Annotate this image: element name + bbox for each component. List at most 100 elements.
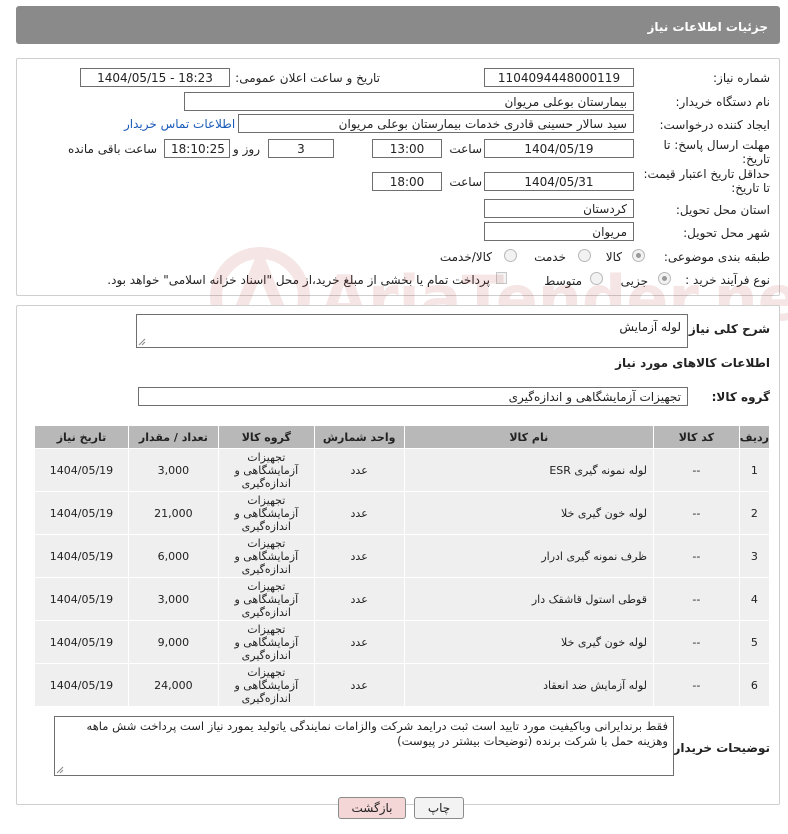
cell-code: -- — [652, 448, 740, 492]
category-radio-goods-service[interactable] — [504, 249, 517, 262]
requester-label: ایجاد کننده درخواست: — [659, 118, 770, 132]
cell-group: تجهیزات آزمایشگاهی و اندازه‌گیری — [217, 491, 315, 535]
deadline-label: مهلت ارسال پاسخ: تا تاریخ: — [663, 138, 770, 166]
payment-note: پرداخت تمام یا بخشی از مبلغ خرید،از محل … — [107, 273, 490, 287]
col-header-name: نام کالا — [403, 425, 654, 449]
process-radio-minor[interactable] — [658, 272, 671, 285]
cell-name: قوطی استول قاشقک دار — [403, 577, 654, 621]
need-number-field[interactable]: 1104094448000119 — [484, 68, 634, 87]
cell-unit: عدد — [313, 577, 405, 621]
cell-qty: 24,000 — [127, 663, 219, 707]
cell-row-no: 5 — [738, 620, 771, 664]
cell-group: تجهیزات آزمایشگاهی و اندازه‌گیری — [217, 663, 315, 707]
cell-qty: 3,000 — [127, 577, 219, 621]
cell-unit: عدد — [313, 491, 405, 535]
cell-row-no: 2 — [738, 491, 771, 535]
city-label: شهر محل تحویل: — [683, 226, 770, 240]
table-row[interactable]: 4 -- قوطی استول قاشقک دار عدد تجهیزات آز… — [34, 577, 771, 621]
page-title: جزئیات اطلاعات نیاز — [16, 6, 780, 44]
deadline-time-field[interactable]: 13:00 — [372, 139, 442, 158]
resize-handle-icon[interactable] — [56, 766, 64, 774]
cell-unit: عدد — [313, 663, 405, 707]
category-option-service: خدمت — [534, 250, 566, 264]
description-label: شرح کلی نیاز: — [684, 322, 770, 336]
table-row[interactable]: 1 -- لوله نمونه گیری ESR عدد تجهیزات آزم… — [34, 448, 771, 492]
cell-code: -- — [652, 534, 740, 578]
category-option-goods: کالا — [605, 250, 622, 264]
cell-code: -- — [652, 577, 740, 621]
cell-date: 1404/05/19 — [34, 534, 129, 578]
cell-date: 1404/05/19 — [34, 491, 129, 535]
cell-row-no: 1 — [738, 448, 771, 492]
col-header-unit: واحد شمارش — [313, 425, 405, 449]
province-field[interactable]: کردستان — [484, 199, 634, 218]
validity-label: حداقل تاریخ اعتبار قیمت: تا تاریخ: — [643, 167, 770, 195]
col-header-row-no: ردیف — [738, 425, 771, 449]
need-number-label: شماره نیاز: — [713, 71, 770, 85]
deadline-time-label: ساعت — [449, 142, 482, 156]
cell-name: لوله خون گیری خلا — [403, 620, 654, 664]
cell-date: 1404/05/19 — [34, 620, 129, 664]
goods-group-label: گروه کالا: — [711, 390, 770, 404]
goods-info-title: اطلاعات کالاهای مورد نیاز — [615, 356, 770, 370]
category-radio-service[interactable] — [578, 249, 591, 262]
cell-code: -- — [652, 663, 740, 707]
buyer-contact-link[interactable]: اطلاعات تماس خریدار — [124, 117, 235, 131]
cell-group: تجهیزات آزمایشگاهی و اندازه‌گیری — [217, 448, 315, 492]
process-radio-medium[interactable] — [590, 272, 603, 285]
process-label: نوع فرآیند خرید : — [685, 273, 770, 287]
remaining-label: ساعت باقی مانده — [67, 142, 157, 156]
cell-group: تجهیزات آزمایشگاهی و اندازه‌گیری — [217, 577, 315, 621]
description-field[interactable]: لوله آزمایش — [136, 314, 688, 348]
announce-label: تاریخ و ساعت اعلان عمومی: — [235, 71, 380, 85]
buyer-org-label: نام دستگاه خریدار: — [675, 95, 771, 109]
cell-unit: عدد — [313, 620, 405, 664]
days-label: روز و — [233, 142, 260, 156]
resize-handle-icon[interactable] — [138, 338, 146, 346]
announce-field[interactable]: 1404/05/15 - 18:23 — [80, 68, 230, 87]
print-button[interactable]: چاپ — [414, 797, 464, 819]
days-field[interactable]: 3 — [268, 139, 334, 158]
cell-unit: عدد — [313, 448, 405, 492]
col-header-group: گروه کالا — [217, 425, 315, 449]
cell-name: لوله خون گیری خلا — [403, 491, 654, 535]
city-field[interactable]: مریوان — [484, 222, 634, 241]
process-option-medium: متوسط — [544, 274, 582, 288]
table-row[interactable]: 3 -- ظرف نمونه گیری ادرار عدد تجهیزات آز… — [34, 534, 771, 578]
payment-checkbox[interactable] — [496, 272, 507, 284]
cell-code: -- — [652, 491, 740, 535]
cell-group: تجهیزات آزمایشگاهی و اندازه‌گیری — [217, 620, 315, 664]
validity-date-field[interactable]: 1404/05/31 — [484, 172, 634, 191]
col-header-date: تاریخ نیاز — [34, 425, 129, 449]
table-row[interactable]: 2 -- لوله خون گیری خلا عدد تجهیزات آزمای… — [34, 491, 771, 535]
cell-qty: 9,000 — [127, 620, 219, 664]
goods-group-field[interactable]: تجهیزات آزمایشگاهی و اندازه‌گیری — [138, 387, 688, 406]
cell-row-no: 3 — [738, 534, 771, 578]
validity-time-field[interactable]: 18:00 — [372, 172, 442, 191]
category-radio-goods[interactable] — [632, 249, 645, 262]
cell-unit: عدد — [313, 534, 405, 578]
cell-row-no: 4 — [738, 577, 771, 621]
buyer-notes-field[interactable]: فقط برندایرانی وباکیفیت مورد تایید است ث… — [54, 716, 674, 776]
cell-date: 1404/05/19 — [34, 663, 129, 707]
buyer-org-field[interactable]: بیمارستان بوعلی مریوان — [184, 92, 634, 111]
province-label: استان محل تحویل: — [675, 203, 770, 217]
process-option-minor: جزیی — [620, 274, 648, 288]
table-header-row: ردیف کد کالا نام کالا واحد شمارش گروه کا… — [34, 425, 771, 449]
buyer-notes-label: توضیحات خریدار: — [668, 741, 770, 755]
validity-time-label: ساعت — [449, 175, 482, 189]
category-option-goods-service: کالا/خدمت — [439, 250, 492, 264]
remaining-time-field[interactable]: 18:10:25 — [164, 139, 230, 158]
category-label: طبقه بندی موضوعی: — [663, 250, 770, 264]
cell-qty: 6,000 — [127, 534, 219, 578]
table-row[interactable]: 5 -- لوله خون گیری خلا عدد تجهیزات آزمای… — [34, 620, 771, 664]
cell-name: لوله نمونه گیری ESR — [403, 448, 654, 492]
cell-name: لوله آزمایش ضد انعقاد — [403, 663, 654, 707]
requester-field[interactable]: سید سالار حسینی قادری خدمات بیمارستان بو… — [238, 114, 634, 133]
cell-qty: 21,000 — [127, 491, 219, 535]
deadline-date-field[interactable]: 1404/05/19 — [484, 139, 634, 158]
table-row[interactable]: 6 -- لوله آزمایش ضد انعقاد عدد تجهیزات آ… — [34, 663, 771, 707]
col-header-code: کد کالا — [652, 425, 740, 449]
back-button[interactable]: بازگشت — [338, 797, 406, 819]
cell-code: -- — [652, 620, 740, 664]
